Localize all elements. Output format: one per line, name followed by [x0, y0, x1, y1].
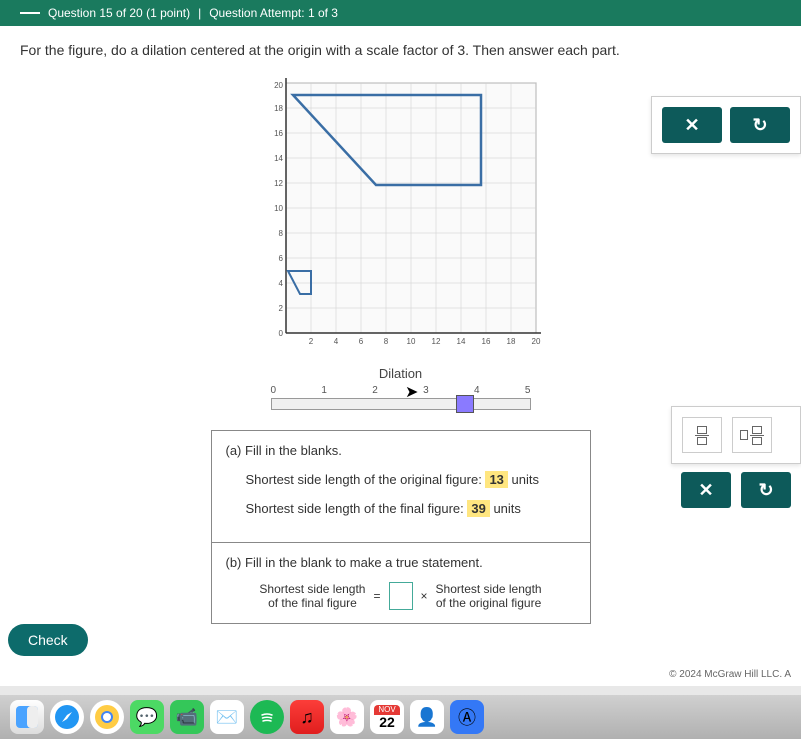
svg-text:12: 12	[431, 337, 440, 346]
svg-text:16: 16	[481, 337, 490, 346]
part-a-label: (a) Fill in the blanks.	[226, 443, 576, 458]
part-a: (a) Fill in the blanks. Shortest side le…	[212, 431, 590, 543]
tick-5: 5	[525, 385, 531, 396]
svg-text:20: 20	[274, 81, 283, 90]
slider-track[interactable]	[271, 398, 531, 410]
chrome-icon[interactable]	[90, 700, 124, 734]
svg-text:8: 8	[383, 337, 388, 346]
svg-text:18: 18	[506, 337, 515, 346]
fraction-button[interactable]	[682, 417, 722, 453]
svg-text:12: 12	[274, 179, 283, 188]
part-a-line1: Shortest side length of the original fig…	[246, 472, 576, 487]
input-tools: ✕ ↻	[671, 406, 801, 508]
mail-icon[interactable]: ✉️	[210, 700, 244, 734]
svg-text:18: 18	[274, 104, 283, 113]
messages-icon[interactable]: 💬	[130, 700, 164, 734]
svg-text:6: 6	[358, 337, 363, 346]
contacts-icon[interactable]: 👤	[410, 700, 444, 734]
times-sign: ×	[421, 589, 428, 603]
tick-2: 2	[372, 385, 378, 396]
svg-text:10: 10	[274, 204, 283, 213]
tick-0: 0	[271, 385, 277, 396]
svg-text:14: 14	[274, 154, 283, 163]
slider-handle[interactable]	[456, 395, 474, 413]
svg-text:6: 6	[278, 254, 283, 263]
line1-suffix: units	[508, 472, 539, 487]
tick-3: 3	[423, 385, 429, 396]
reset-button[interactable]: ↻	[730, 107, 790, 143]
calendar-icon[interactable]: NOV 22	[370, 700, 404, 734]
part-b-label: (b) Fill in the blank to make a true sta…	[226, 555, 576, 570]
svg-text:4: 4	[333, 337, 338, 346]
music-icon[interactable]: ♫	[290, 700, 324, 734]
photos-icon[interactable]: 🌸	[330, 700, 364, 734]
part-b: (b) Fill in the blank to make a true sta…	[212, 543, 590, 623]
dilation-slider[interactable]: 0 1 2 3 4 5	[271, 385, 531, 410]
attempt-counter: Question Attempt: 1 of 3	[209, 6, 338, 20]
svg-text:8: 8	[278, 229, 283, 238]
left-fraction-text: Shortest side length of the final figure	[259, 582, 365, 611]
svg-text:4: 4	[278, 279, 283, 288]
line1-prefix: Shortest side length of the original fig…	[246, 472, 486, 487]
right-fraction-text: Shortest side length of the original fig…	[436, 582, 542, 611]
final-answer[interactable]: 39	[467, 500, 489, 517]
svg-text:2: 2	[278, 304, 283, 313]
copyright-text: © 2024 McGraw Hill LLC. A	[669, 669, 791, 680]
macos-dock: 💬 📹 ✉️ ♫ 🌸 NOV 22 👤 Ⓐ	[0, 695, 801, 739]
line2-prefix: Shortest side length of the final figure…	[246, 501, 468, 516]
close-button[interactable]: ✕	[662, 107, 722, 143]
question-counter: Question 15 of 20 (1 point)	[48, 6, 190, 20]
facetime-icon[interactable]: 📹	[170, 700, 204, 734]
coordinate-grid[interactable]: 2 4 6 8 10 12 14 16 18 20 0 2 4 6 8 10 12 14 16 18 20	[261, 78, 541, 358]
graph-controls: ✕ ↻	[651, 96, 801, 154]
answer-box: (a) Fill in the blanks. Shortest side le…	[211, 430, 591, 624]
tick-1: 1	[321, 385, 327, 396]
svg-text:14: 14	[456, 337, 465, 346]
clear-button[interactable]: ✕	[681, 472, 731, 508]
scale-factor-input[interactable]	[389, 582, 413, 610]
header-bar: Question 15 of 20 (1 point) | Question A…	[0, 0, 801, 26]
svg-text:2: 2	[308, 337, 313, 346]
tick-4: 4	[474, 385, 480, 396]
part-a-line2: Shortest side length of the final figure…	[246, 501, 576, 516]
original-answer[interactable]: 13	[485, 471, 507, 488]
svg-text:0: 0	[278, 329, 283, 338]
svg-text:16: 16	[274, 129, 283, 138]
dilation-label: Dilation	[379, 366, 422, 381]
svg-text:20: 20	[531, 337, 540, 346]
menu-icon[interactable]	[20, 12, 40, 14]
line2-suffix: units	[490, 501, 521, 516]
question-prompt: For the figure, do a dilation centered a…	[20, 42, 781, 58]
spotify-icon[interactable]	[250, 700, 284, 734]
app-store-icon[interactable]: Ⓐ	[450, 700, 484, 734]
svg-text:10: 10	[406, 337, 415, 346]
undo-button[interactable]: ↻	[741, 472, 791, 508]
check-button[interactable]: Check	[8, 624, 88, 656]
finder-icon[interactable]	[10, 700, 44, 734]
safari-icon[interactable]	[50, 700, 84, 734]
equals-sign: =	[373, 589, 380, 603]
content-area: For the figure, do a dilation centered a…	[0, 26, 801, 686]
mixed-fraction-button[interactable]	[732, 417, 772, 453]
divider: |	[198, 6, 201, 20]
